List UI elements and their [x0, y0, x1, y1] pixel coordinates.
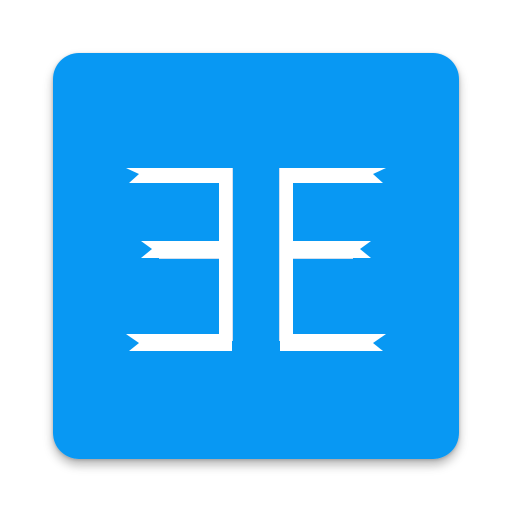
icon-background: [53, 53, 459, 459]
mirrored-e-logo-icon: [53, 53, 459, 459]
app-icon-tile[interactable]: [53, 53, 459, 459]
app-icon-canvas: [0, 0, 512, 512]
